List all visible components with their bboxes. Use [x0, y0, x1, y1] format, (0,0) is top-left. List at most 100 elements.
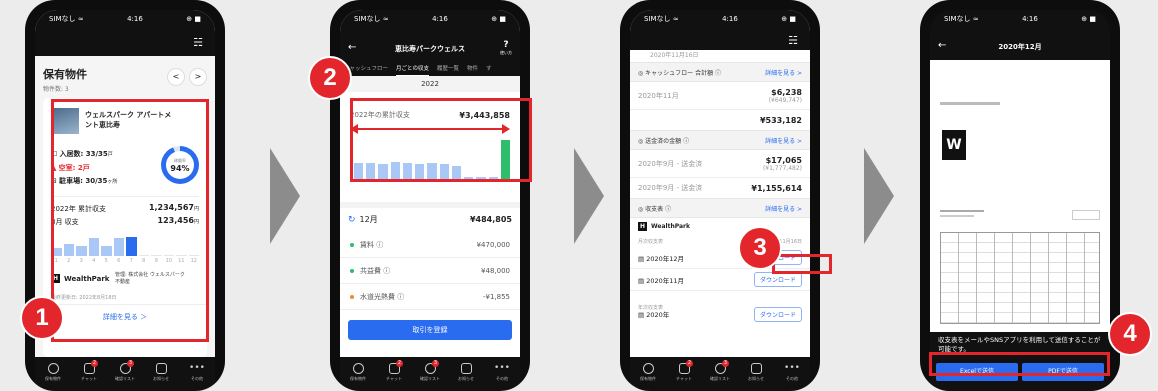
step-badge-4: 4 — [1108, 312, 1152, 356]
tab-holdings[interactable]: 保有物件 — [343, 363, 373, 382]
tab-notices[interactable]: お知らせ — [451, 363, 481, 382]
arrow-2 — [574, 148, 604, 244]
more-icon: ••• — [189, 363, 205, 373]
building-icon — [352, 363, 364, 374]
line-item[interactable]: 水道光熱費 ⓘ -¥1,855 — [340, 284, 520, 310]
wealthpark-logo: W — [942, 130, 966, 160]
carrier: SIMなし ≈ — [354, 15, 389, 23]
tab-history[interactable]: 履歴一覧 — [437, 64, 459, 76]
carrier: SIMなし ≈ — [644, 15, 679, 23]
tab-chat[interactable]: 2 チャット — [669, 360, 699, 382]
screen-2: SIMなし ≈ 4:16 ⊕ ■ ← 恵比寿パークウェルス ? 使い方 キャッシ… — [340, 10, 520, 391]
remit-title: 送金済の金額 ⓘ — [645, 137, 690, 145]
building-icon — [642, 363, 654, 374]
line-item-label: 共益費 ⓘ — [350, 266, 390, 276]
building-icon — [47, 363, 59, 374]
checklist-badge: 3 — [432, 360, 439, 367]
line-item-value: ¥48,000 — [481, 266, 510, 275]
highlight-4 — [929, 352, 1110, 376]
tab-checklist[interactable]: 3 確認リスト — [415, 360, 445, 382]
line-item-value: -¥1,855 — [482, 292, 510, 301]
tab-more[interactable]: す — [486, 64, 492, 76]
battery-icon: ⊕ ■ — [186, 15, 201, 23]
tab-checklist[interactable]: 3 確認リスト — [110, 360, 140, 382]
tab-more[interactable]: ••• その他 — [487, 363, 517, 382]
monthly-header: 月次収支表 — [638, 238, 664, 245]
download-button-2020[interactable]: ダウンロード — [753, 306, 802, 322]
tab-bar: 保有物件 2 チャット 3 確認リスト お知らせ ••• その他 — [35, 357, 215, 391]
clock: 4:16 — [1022, 15, 1038, 23]
statement-table — [940, 232, 1100, 324]
tab-checklist[interactable]: 3 確認リスト — [705, 360, 735, 382]
line-item-label: 水道光熱費 ⓘ — [350, 292, 404, 302]
tab-bar: 保有物件 2 チャット 3 確認リスト お知らせ ••• その他 — [630, 357, 810, 391]
line-item[interactable]: 賃料 ⓘ ¥470,000 — [340, 232, 520, 258]
remit-row[interactable]: 2020年9月 - 送金済 $17,065 (¥1,777,482) — [630, 150, 810, 178]
cashflow-detail-link[interactable]: 詳細を見る > — [765, 68, 802, 77]
highlight-3 — [772, 254, 832, 274]
doc-icon: ▤ — [638, 276, 647, 285]
doc-icon: ▤ — [638, 311, 647, 319]
tab-holdings[interactable]: 保有物件 — [633, 363, 663, 382]
carrier: SIMなし ≈ — [944, 15, 979, 23]
highlight-2 — [350, 98, 532, 182]
statement-detail-link[interactable]: 詳細を見る > — [765, 204, 802, 213]
tab-monthly[interactable]: 月ごとの収支 — [396, 64, 429, 76]
step-badge-3: 3 — [738, 226, 782, 270]
filter-icon[interactable]: ☵ — [193, 36, 203, 49]
help-button[interactable]: ? 使い方 — [500, 40, 512, 56]
news-icon — [155, 363, 167, 374]
clock: 4:16 — [432, 15, 448, 23]
cashflow-title: キャッシュフロー 合計額 ⓘ — [645, 69, 721, 77]
filter-icon[interactable]: ☵ — [788, 34, 798, 47]
line-item-value: ¥470,000 — [476, 240, 510, 249]
year-header: 2022 — [340, 76, 520, 92]
tab-notices[interactable]: お知らせ — [146, 363, 176, 382]
checklist-badge: 3 — [127, 360, 134, 367]
carrier: SIMなし ≈ — [49, 15, 84, 23]
line-item[interactable]: 共益費 ⓘ ¥48,000 — [340, 258, 520, 284]
chat-badge: 2 — [686, 360, 693, 367]
step-badge-2: 2 — [308, 56, 352, 100]
clock: 4:16 — [722, 15, 738, 23]
tab-more[interactable]: ••• その他 — [777, 363, 807, 382]
page-title: 保有物件 — [43, 68, 87, 81]
wealthpark-logo: H — [638, 222, 647, 231]
screen-title: 2020年12月 — [998, 43, 1042, 51]
month-label: 12月 — [359, 215, 378, 224]
tab-chat[interactable]: 2 チャット — [379, 360, 409, 382]
category-dot-icon — [350, 294, 354, 299]
arrow-3 — [864, 148, 894, 244]
tab-holdings[interactable]: 保有物件 — [38, 363, 68, 382]
clock: 4:16 — [127, 15, 143, 23]
checklist-badge: 3 — [722, 360, 729, 367]
step-badge-1: 1 — [20, 296, 64, 340]
prev-button[interactable]: < — [167, 68, 185, 86]
statement-title: 収支表 ⓘ — [645, 205, 672, 213]
chat-badge: 2 — [396, 360, 403, 367]
highlight-1 — [51, 99, 209, 342]
more-icon: ••• — [784, 363, 800, 373]
phone-3: SIMなし ≈ 4:16 ⊕ ■ ☵ 2020年11月16日 ◎ キャッシュフロ… — [620, 0, 820, 391]
tab-property[interactable]: 物件 — [467, 64, 478, 76]
tab-more[interactable]: ••• その他 — [182, 363, 212, 382]
tab-bar: 保有物件 2 チャット 3 確認リスト お知らせ ••• その他 — [340, 357, 520, 391]
screen-3: SIMなし ≈ 4:16 ⊕ ■ ☵ 2020年11月16日 ◎ キャッシュフロ… — [630, 10, 810, 391]
more-icon: ••• — [494, 363, 510, 373]
screen-4: SIMなし ≈ 4:16 ⊕ ■ ← 2020年12月 W 収支表をメールやSN… — [930, 10, 1110, 391]
arrow-1 — [270, 148, 300, 244]
remit-total-row[interactable]: 2020年9月 - 送金済 ¥1,155,614 — [630, 178, 810, 198]
next-button[interactable]: > — [189, 68, 207, 86]
battery-icon: ⊕ ■ — [491, 15, 506, 23]
screen-title: 恵比寿パークウェルス — [395, 45, 465, 53]
line-item-label: 賃料 ⓘ — [350, 240, 383, 250]
remit-detail-link[interactable]: 詳細を見る > — [765, 136, 802, 145]
tab-notices[interactable]: お知らせ — [741, 363, 771, 382]
cashflow-row[interactable]: 2020年11月 $6,238 (¥649,747) — [630, 82, 810, 110]
brand-name: WealthPark — [651, 223, 690, 230]
cashflow-total-row[interactable]: ¥533,182 — [630, 110, 810, 130]
line-items: 賃料 ⓘ ¥470,000 共益費 ⓘ ¥48,000 水道光熱費 ⓘ -¥1,855 — [340, 232, 520, 310]
download-button-nov[interactable]: ダウンロード — [753, 272, 802, 287]
tab-chat[interactable]: 2 チャット — [74, 360, 104, 382]
register-button[interactable]: 取引を登録 — [348, 320, 512, 340]
